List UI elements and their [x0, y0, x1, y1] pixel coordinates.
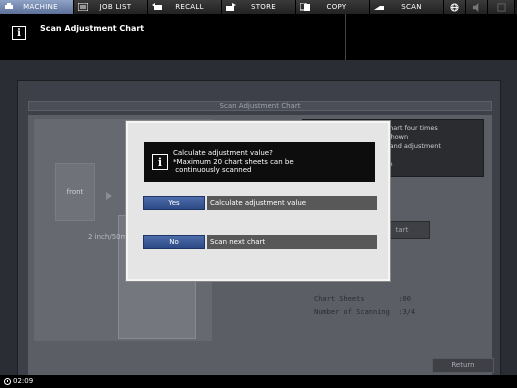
return-button[interactable]: Return: [432, 358, 494, 373]
arrow-right-icon: [106, 192, 112, 200]
list-icon: [78, 3, 88, 11]
power-icon: [496, 2, 506, 12]
tab-scan[interactable]: SCAN: [370, 0, 444, 14]
no-description: Scan next chart: [207, 235, 377, 249]
dialog-message: i Calculate adjustment value? *Maximum 2…: [144, 142, 375, 182]
info-icon: i: [152, 154, 168, 170]
language-button[interactable]: [444, 0, 466, 14]
tab-machine[interactable]: MACHINE: [0, 0, 74, 14]
globe-icon: [450, 2, 459, 12]
front-label: front: [55, 163, 95, 221]
confirm-dialog: i Calculate adjustment value? *Maximum 2…: [126, 121, 390, 281]
scanning-count: Number of Scanning :3/4: [314, 308, 416, 316]
screen-title: Scan Adjustment Chart: [28, 101, 492, 111]
info-icon: i: [12, 26, 26, 40]
copy-icon: [300, 3, 310, 11]
tab-copy[interactable]: COPY: [296, 0, 370, 14]
header-divider: [345, 14, 346, 60]
yes-description: Calculate adjustment value: [207, 196, 377, 210]
scan-status: Chart Sheets :00 Number of Scanning :3/4: [314, 293, 415, 319]
tab-store[interactable]: STORE: [222, 0, 296, 14]
volume-button[interactable]: [466, 0, 488, 14]
recall-icon: [152, 3, 162, 10]
power-button[interactable]: [488, 0, 515, 14]
tab-bar: MACHINE JOB LIST RECALL STORE COPY SCAN: [0, 0, 517, 14]
message-header: i Scan Adjustment Chart: [0, 14, 517, 60]
volume-icon: [472, 2, 479, 12]
printer-icon: [5, 3, 13, 9]
yes-button[interactable]: Yes: [143, 196, 205, 210]
tab-recall[interactable]: RECALL: [148, 0, 222, 14]
footer-bar: 02:09: [0, 375, 517, 388]
store-icon: [226, 3, 236, 11]
chart-sheets-count: Chart Sheets :00: [314, 295, 411, 303]
clock-time: 02:09: [13, 377, 34, 385]
clock: 02:09: [4, 377, 33, 385]
scan-icon: [374, 6, 384, 10]
tab-job-list[interactable]: JOB LIST: [74, 0, 148, 14]
clock-icon: [4, 377, 11, 385]
page-title: Scan Adjustment Chart: [40, 24, 145, 33]
no-row: No Scan next chart: [143, 235, 377, 249]
no-button[interactable]: No: [143, 235, 205, 249]
yes-row: Yes Calculate adjustment value: [143, 196, 377, 210]
